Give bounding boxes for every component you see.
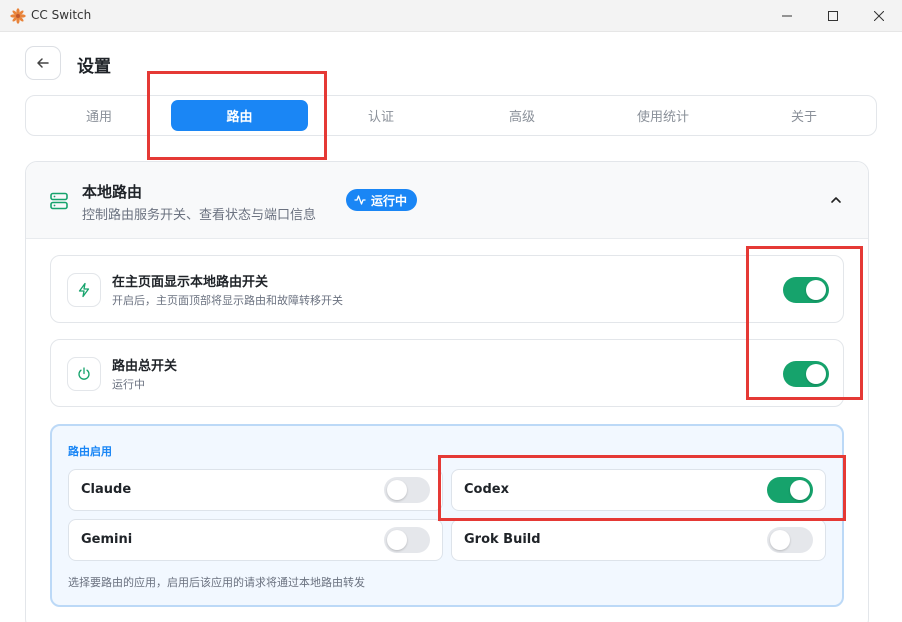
- master-switch-toggle[interactable]: [783, 361, 829, 387]
- title-bar: CC Switch: [0, 0, 902, 32]
- claude-toggle[interactable]: [384, 477, 430, 503]
- app-cell-grok-build: Grok Build: [451, 519, 826, 561]
- codex-toggle[interactable]: [767, 477, 813, 503]
- arrow-left-icon: [37, 58, 49, 68]
- server-icon: [50, 192, 68, 210]
- app-name: Claude: [81, 482, 132, 497]
- activity-icon: [354, 195, 366, 205]
- row-icon-box: [67, 273, 101, 307]
- maximize-icon: [828, 11, 838, 21]
- app-name: Codex: [464, 482, 509, 497]
- tab-advanced[interactable]: 高级: [452, 100, 592, 131]
- setting-row-show-on-main: 在主页面显示本地路由开关 开启后，主页面顶部将显示路由和故障转移开关: [50, 255, 844, 323]
- app-logo-icon: [10, 8, 26, 24]
- app-name: Grok Build: [464, 532, 541, 547]
- local-routing-subtitle: 控制路由服务开关、查看状态与端口信息: [82, 208, 317, 223]
- setting-row-master-switch: 路由总开关 运行中: [50, 339, 844, 407]
- row-title: 路由总开关: [112, 359, 178, 374]
- page-title: 设置: [77, 57, 111, 77]
- close-icon: [874, 11, 884, 21]
- row-title: 在主页面显示本地路由开关: [112, 275, 269, 290]
- row-icon-box: [67, 357, 101, 391]
- routing-apps-title: 路由启用: [68, 445, 112, 458]
- app-cell-codex: Codex: [451, 469, 826, 511]
- tab-routing[interactable]: 路由: [171, 100, 308, 131]
- gemini-toggle[interactable]: [384, 527, 430, 553]
- maximize-button[interactable]: [810, 0, 856, 32]
- close-button[interactable]: [856, 0, 902, 32]
- settings-tabs: 通用 路由 认证 高级 使用统计 关于: [25, 95, 877, 136]
- back-button[interactable]: [25, 46, 61, 80]
- minimize-icon: [782, 15, 792, 17]
- app-name: Gemini: [81, 532, 133, 547]
- app-cell-gemini: Gemini: [68, 519, 443, 561]
- row-subtitle: 运行中: [112, 378, 145, 391]
- status-badge: 运行中: [346, 189, 418, 211]
- tab-about[interactable]: 关于: [734, 100, 874, 131]
- tab-usage-stats[interactable]: 使用统计: [593, 100, 733, 131]
- local-routing-header[interactable]: 本地路由 控制路由服务开关、查看状态与端口信息 运行中: [26, 162, 868, 239]
- routing-apps-note: 选择要路由的应用，启用后该应用的请求将通过本地路由转发: [68, 576, 365, 589]
- app-cell-claude: Claude: [68, 469, 443, 511]
- routing-apps-panel: 路由启用 Claude Codex Gemini Grok Build 选择要路…: [50, 424, 844, 607]
- local-routing-title: 本地路由: [82, 183, 143, 201]
- tab-auth[interactable]: 认证: [311, 100, 451, 131]
- lightning-icon: [78, 282, 90, 298]
- grok-build-toggle[interactable]: [767, 527, 813, 553]
- tab-general[interactable]: 通用: [30, 100, 168, 131]
- window-title: CC Switch: [31, 8, 92, 22]
- power-icon: [78, 367, 90, 380]
- minimize-button[interactable]: [764, 0, 810, 32]
- local-routing-card: 本地路由 控制路由服务开关、查看状态与端口信息 运行中 在主页面显示本地路由开关…: [25, 161, 869, 622]
- status-badge-label: 运行中: [371, 193, 408, 208]
- chevron-up-icon[interactable]: [828, 192, 844, 208]
- show-on-main-toggle[interactable]: [783, 277, 829, 303]
- row-subtitle: 开启后，主页面顶部将显示路由和故障转移开关: [112, 294, 343, 307]
